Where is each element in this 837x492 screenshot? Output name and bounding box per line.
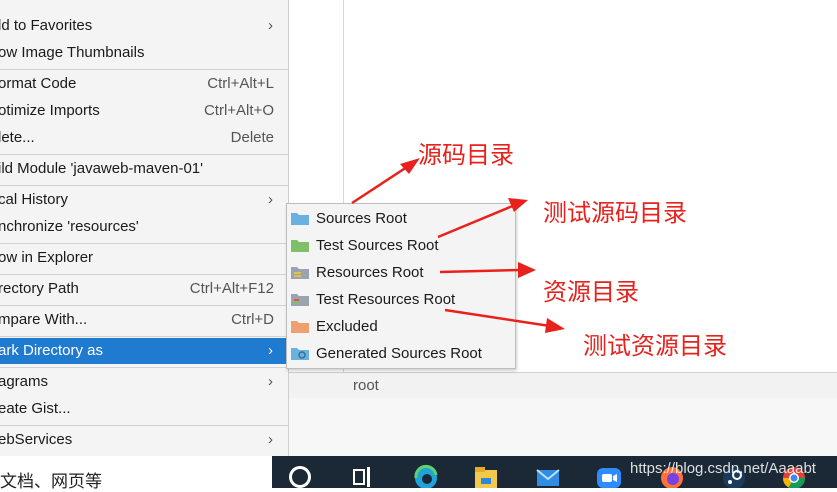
chevron-right-icon: › [268,342,273,359]
submenu-item-resources-root[interactable]: Resources Root [287,259,515,286]
submenu-item-test-resources-root[interactable]: Test Resources Root [287,286,515,313]
menu-item-optimize-imports[interactable]: otimize Imports Ctrl+Alt+O [0,98,288,124]
menu-item-cluster[interactable]: uster› [0,0,288,6]
menu-separator [0,185,288,186]
folder-orange-icon [291,321,309,333]
folder-green-icon [291,240,309,252]
submenu-item-generated-sources-root[interactable]: Generated Sources Root [287,340,515,367]
menu-item-reformat-code[interactable]: ormat Code Ctrl+Alt+L [0,71,288,97]
menu-item-show-image-thumbnails[interactable]: ow Image Thumbnails [0,40,288,66]
menu-item-create-gist[interactable]: eate Gist... [0,396,288,422]
annotation-sources-root: 源码目录 [418,141,514,169]
menu-item-compare-with[interactable]: mpare With... Ctrl+D [0,307,288,333]
menu-separator [0,274,288,275]
edge-icon[interactable] [412,464,440,488]
chevron-right-icon: › [268,373,273,390]
menu-item-add-to-favorites[interactable]: ld to Favorites › [0,13,288,39]
folder-resources-icon [291,267,309,279]
folder-test-resources-icon [291,294,309,306]
annotation-test-resources-root: 测试资源目录 [583,332,727,360]
menu-separator [0,336,288,337]
menu-item-mark-directory-as[interactable]: ark Directory as › [0,338,288,364]
path-text: root [353,377,379,394]
submenu-item-excluded[interactable]: Excluded [287,313,515,340]
menu-separator [0,69,288,70]
search-icon[interactable] [289,466,311,488]
menu-item-show-in-explorer[interactable]: ow in Explorer [0,245,288,271]
folder-blue-icon [291,213,309,225]
folder-generated-icon [291,348,309,360]
menu-item-delete[interactable]: lete... Delete [0,125,288,151]
path-strip: root [288,372,837,399]
csdn-watermark: https://blog.csdn.net/Aaaabt [630,460,816,477]
menu-separator [0,367,288,368]
chevron-right-icon: › [268,191,273,208]
menu-item-build-module[interactable]: ild Module 'javaweb-maven-01' [0,156,288,182]
menu-item-local-history[interactable]: cal History › [0,187,288,213]
mail-icon[interactable] [534,464,562,488]
background-document-text: 文档、网页等 [0,456,272,491]
zoom-icon[interactable] [595,464,623,488]
context-menu: uster› ld to Favorites› ow Image Thumbna… [0,0,289,456]
bottom-panel [288,398,837,456]
menu-separator [0,305,288,306]
mark-directory-submenu: Sources Root Test Sources Root Resources… [286,203,516,369]
task-view-icon[interactable] [350,464,378,488]
menu-item-webservices[interactable]: ebServices › [0,427,288,453]
menu-item-synchronize[interactable]: nchronize 'resources' [0,214,288,240]
submenu-item-test-sources-root[interactable]: Test Sources Root [287,232,515,259]
file-explorer-icon[interactable] [472,464,500,488]
menu-separator [0,243,288,244]
submenu-item-sources-root[interactable]: Sources Root [287,205,515,232]
menu-item-directory-path[interactable]: rectory Path Ctrl+Alt+F12 [0,276,288,302]
annotation-resources-root: 资源目录 [543,278,639,306]
menu-item-diagrams[interactable]: agrams › [0,369,288,395]
menu-separator [0,154,288,155]
menu-separator [0,425,288,426]
chevron-right-icon: › [268,431,273,448]
chevron-right-icon: › [268,17,273,34]
annotation-test-sources-root: 测试源码目录 [543,199,687,227]
